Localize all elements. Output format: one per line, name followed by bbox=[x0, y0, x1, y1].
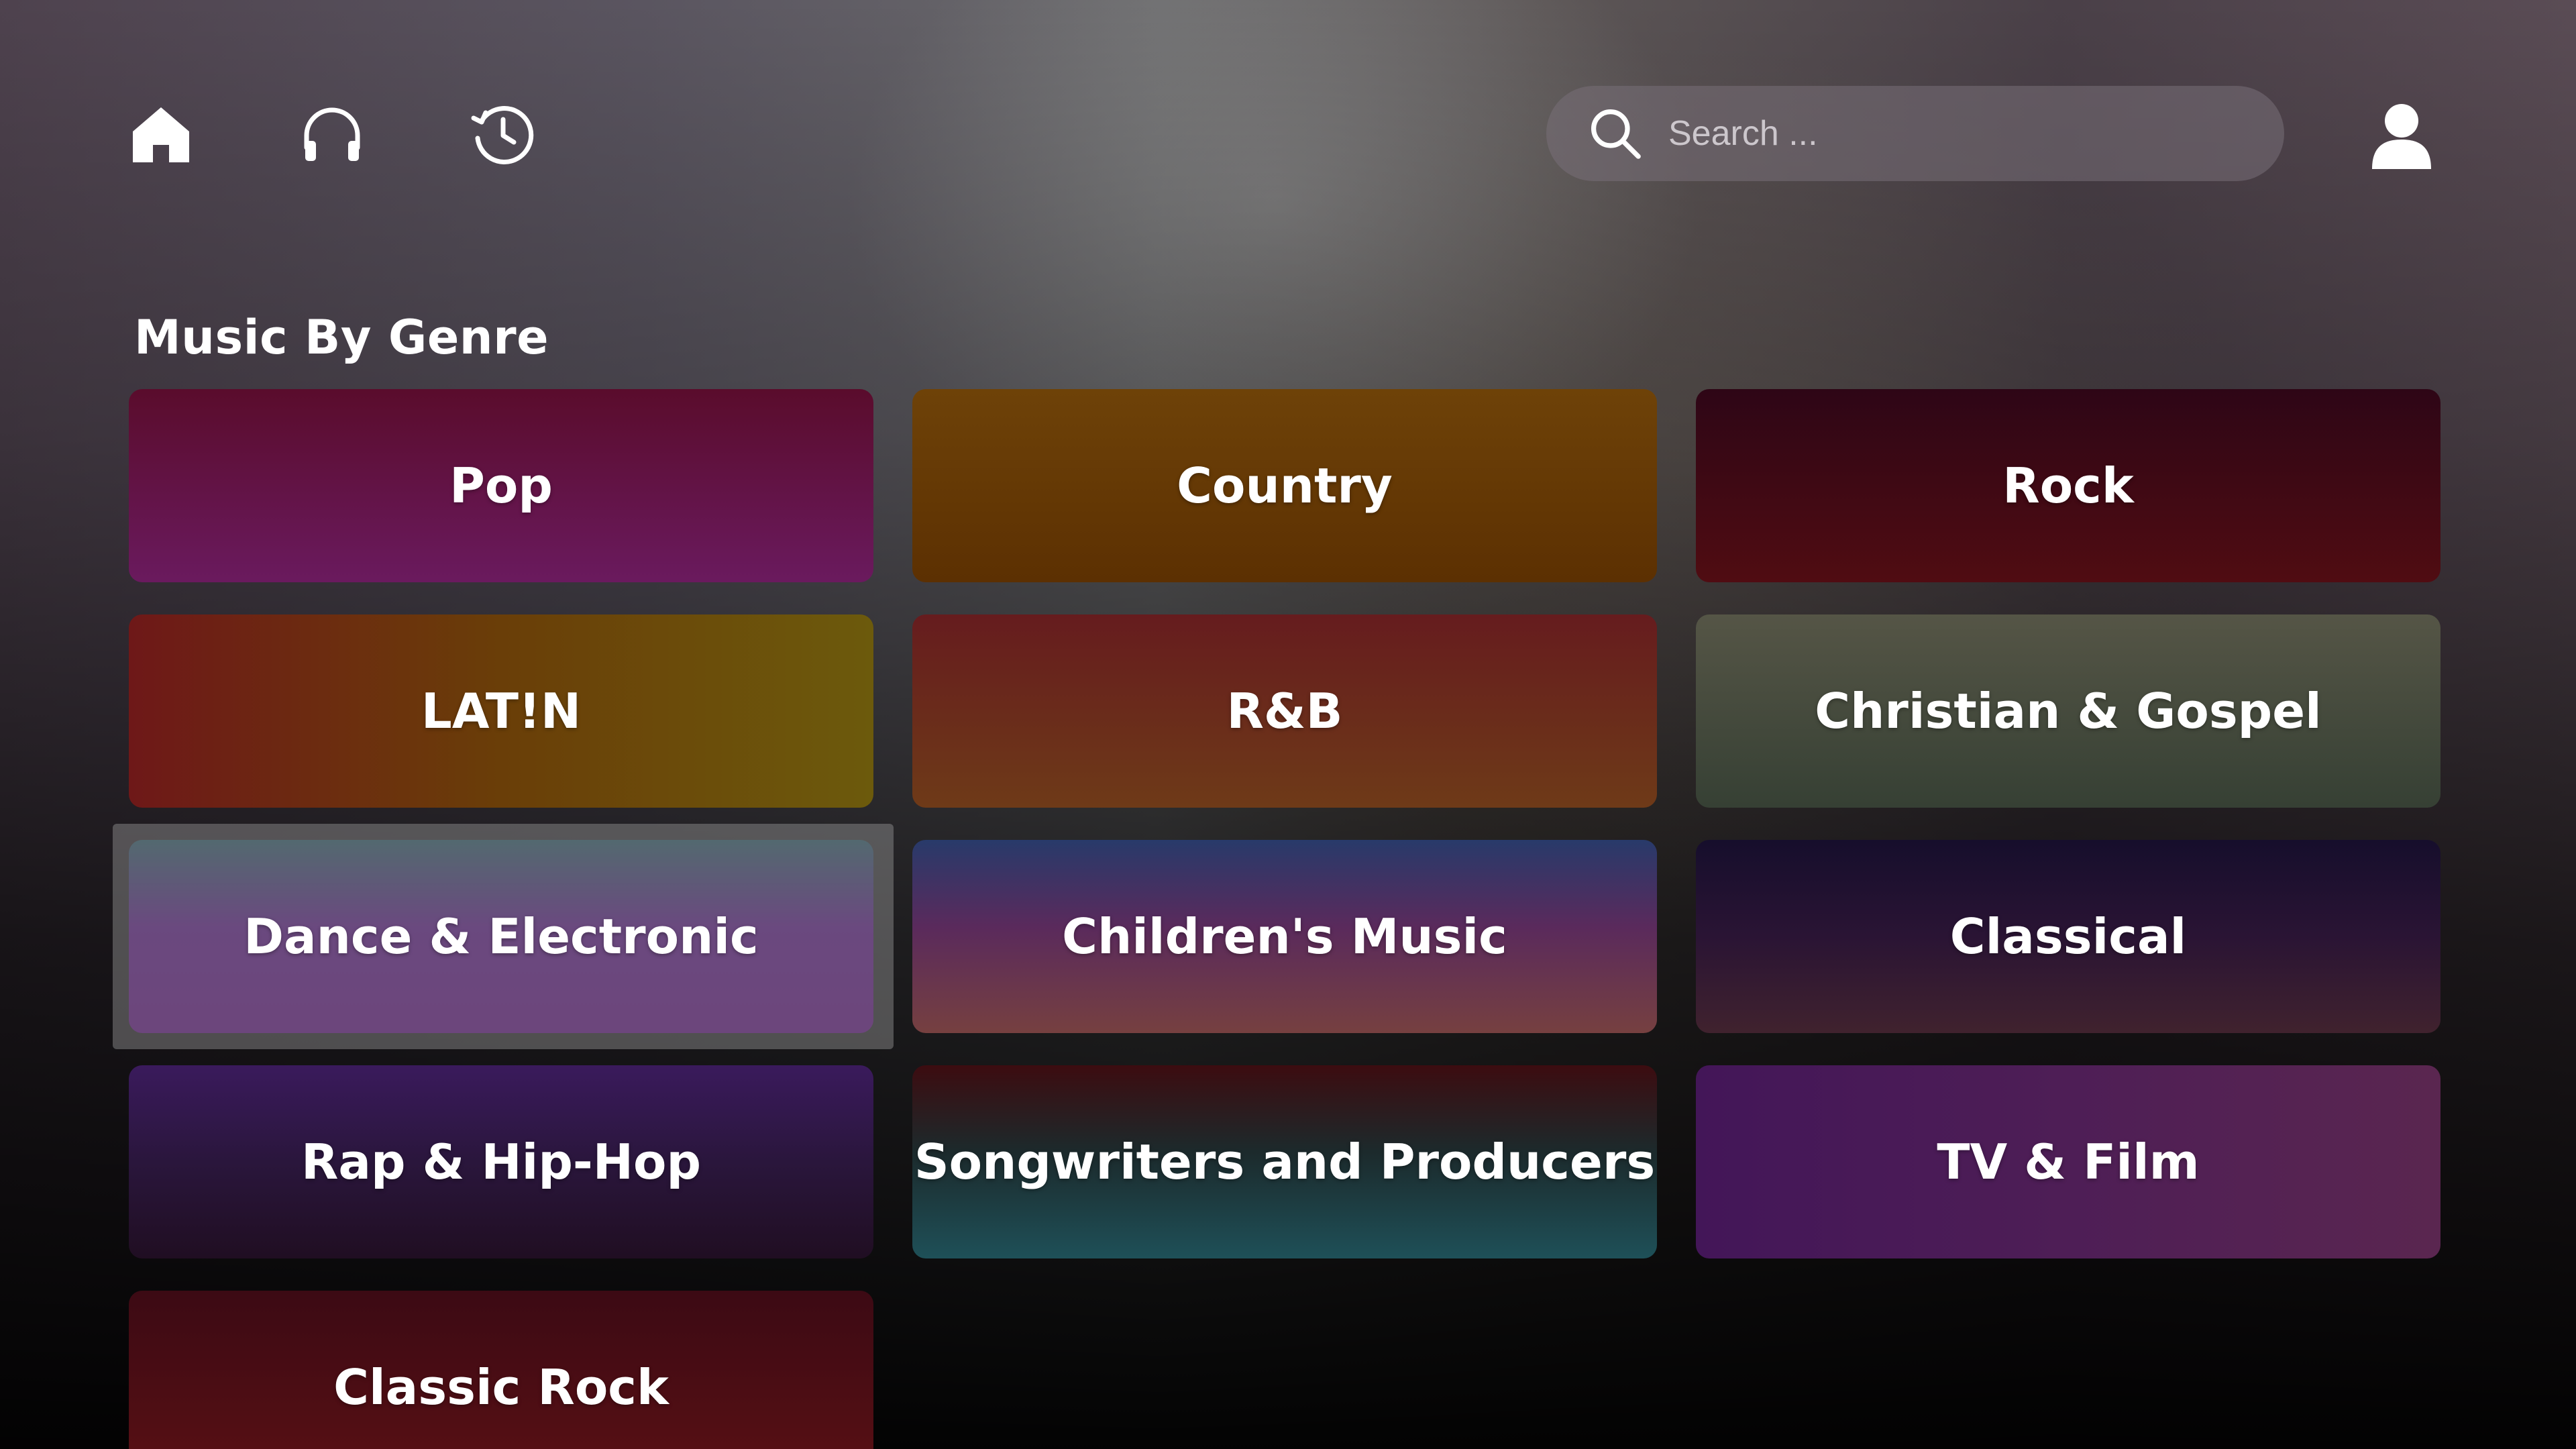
history-icon[interactable] bbox=[470, 101, 537, 168]
genre-label: Christian & Gospel bbox=[1815, 683, 2322, 739]
search-input[interactable] bbox=[1667, 99, 2284, 168]
genre-label: Children's Music bbox=[1062, 908, 1507, 965]
genre-tile-songwriters-producers[interactable]: Songwriters and Producers bbox=[912, 1065, 1657, 1258]
genre-label: Classical bbox=[1949, 908, 2187, 965]
genre-label: Dance & Electronic bbox=[244, 908, 759, 965]
genre-label: TV & Film bbox=[1937, 1134, 2200, 1190]
genre-label: LAT!N bbox=[421, 683, 582, 739]
user-avatar-icon[interactable] bbox=[2368, 99, 2435, 169]
genre-tile-rnb[interactable]: R&B bbox=[912, 614, 1657, 808]
genre-label: Country bbox=[1177, 458, 1393, 514]
genre-tile-christian-gospel[interactable]: Christian & Gospel bbox=[1696, 614, 2440, 808]
genre-label: Rock bbox=[2002, 458, 2134, 514]
section-title: Music By Genre bbox=[134, 310, 549, 365]
genre-grid: Pop Country Rock LAT!N R&B Christian & G… bbox=[113, 389, 2442, 1449]
genre-label: Songwriters and Producers bbox=[914, 1134, 1656, 1190]
search-icon bbox=[1585, 103, 1646, 164]
genre-tile-dance-electronic[interactable]: Dance & Electronic bbox=[113, 824, 894, 1049]
genre-label: Rap & Hip-Hop bbox=[301, 1134, 702, 1190]
genre-tile-rap-hiphop[interactable]: Rap & Hip-Hop bbox=[129, 1065, 873, 1258]
headphones-icon[interactable] bbox=[299, 101, 366, 168]
genre-tile-country[interactable]: Country bbox=[912, 389, 1657, 582]
genre-label: Pop bbox=[449, 458, 553, 514]
genre-tile-latin[interactable]: LAT!N bbox=[129, 614, 873, 808]
genre-tile-rock[interactable]: Rock bbox=[1696, 389, 2440, 582]
genre-tile-pop[interactable]: Pop bbox=[129, 389, 873, 582]
genre-tile-childrens-music[interactable]: Children's Music bbox=[912, 840, 1657, 1033]
genre-tile-tv-film[interactable]: TV & Film bbox=[1696, 1065, 2440, 1258]
home-icon[interactable] bbox=[127, 101, 195, 168]
genre-browse-screen: Music By Genre Pop Country Rock LAT!N R&… bbox=[0, 0, 2576, 1449]
genre-tile-classic-rock[interactable]: Classic Rock bbox=[129, 1291, 873, 1449]
search-bar[interactable] bbox=[1546, 86, 2284, 181]
genre-label: R&B bbox=[1226, 683, 1343, 739]
genre-label: Classic Rock bbox=[333, 1359, 669, 1415]
genre-tile-classical[interactable]: Classical bbox=[1696, 840, 2440, 1033]
